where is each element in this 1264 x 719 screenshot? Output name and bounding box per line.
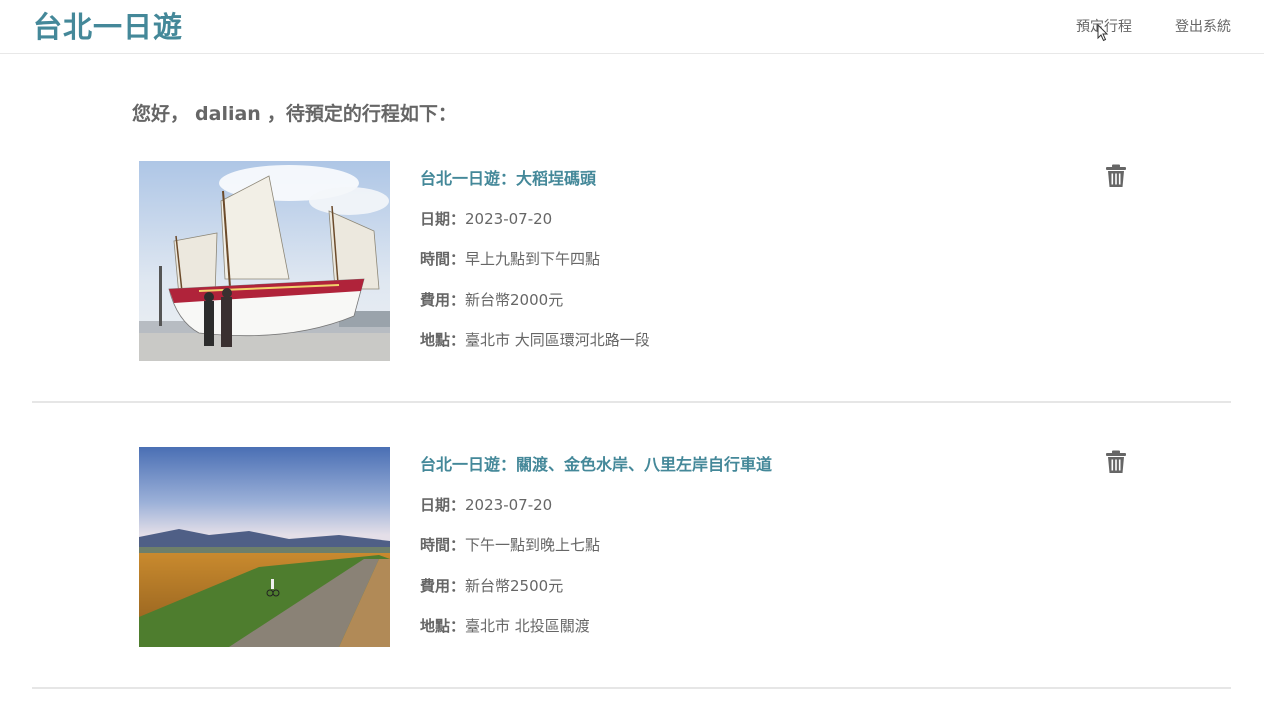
greeting-prefix: 您好， <box>132 103 190 125</box>
booking-card: 台北一日遊：關渡、金色水岸、八里左岸自行車道 日期：2023-07-20 時間：… <box>0 447 1264 719</box>
date-value: 2023-07-20 <box>465 496 553 514</box>
booking-place: 地點：臺北市 大同區環河北路一段 <box>420 329 650 351</box>
booking-card: 台北一日遊：大稻埕碼頭 日期：2023-07-20 時間：早上九點到下午四點 費… <box>0 161 1264 447</box>
time-label: 時間： <box>420 250 466 268</box>
fee-value: 新台幣2000元 <box>465 291 564 309</box>
mouse-pointer-icon <box>1097 24 1109 42</box>
place-value: 臺北市 大同區環河北路一段 <box>465 331 650 349</box>
booking-title: 台北一日遊：關渡、金色水岸、八里左岸自行車道 <box>420 455 773 474</box>
booking-time: 時間：下午一點到晚上七點 <box>420 534 600 556</box>
time-value: 早上九點到下午四點 <box>465 250 601 268</box>
booking-date: 日期：2023-07-20 <box>420 494 552 516</box>
fee-value: 新台幣2500元 <box>465 577 564 595</box>
booking-fee: 費用：新台幣2000元 <box>420 289 563 311</box>
date-value: 2023-07-20 <box>465 210 553 228</box>
booking-title: 台北一日遊：大稻埕碼頭 <box>420 169 597 188</box>
bike-path-field-photo <box>139 447 390 647</box>
place-value: 臺北市 北投區關渡 <box>465 617 590 635</box>
nav-link-logout[interactable]: 登出系統 <box>1175 17 1231 37</box>
date-label: 日期： <box>420 210 466 228</box>
fee-label: 費用： <box>420 577 466 595</box>
time-value: 下午一點到晚上七點 <box>465 536 601 554</box>
date-label: 日期： <box>420 496 466 514</box>
booking-fee: 費用：新台幣2500元 <box>420 575 563 597</box>
sailing-junk-ship-photo <box>139 161 390 361</box>
place-label: 地點： <box>420 617 466 635</box>
booking-date: 日期：2023-07-20 <box>420 208 552 230</box>
booking-time: 時間：早上九點到下午四點 <box>420 248 600 270</box>
greeting-heading: 您好， dalian ，待預定的行程如下： <box>132 102 457 126</box>
fee-label: 費用： <box>420 291 466 309</box>
time-label: 時間： <box>420 536 466 554</box>
booking-place: 地點：臺北市 北投區關渡 <box>420 615 590 637</box>
navbar: 台北一日遊 預定行程 登出系統 <box>0 0 1264 54</box>
divider <box>32 401 1231 403</box>
trash-icon[interactable] <box>1105 450 1127 474</box>
site-logo[interactable]: 台北一日遊 <box>33 9 183 45</box>
divider <box>32 687 1231 689</box>
greeting-username: dalian <box>195 103 261 125</box>
trash-icon[interactable] <box>1105 164 1127 188</box>
place-label: 地點： <box>420 331 466 349</box>
greeting-suffix: ，待預定的行程如下： <box>266 103 457 125</box>
